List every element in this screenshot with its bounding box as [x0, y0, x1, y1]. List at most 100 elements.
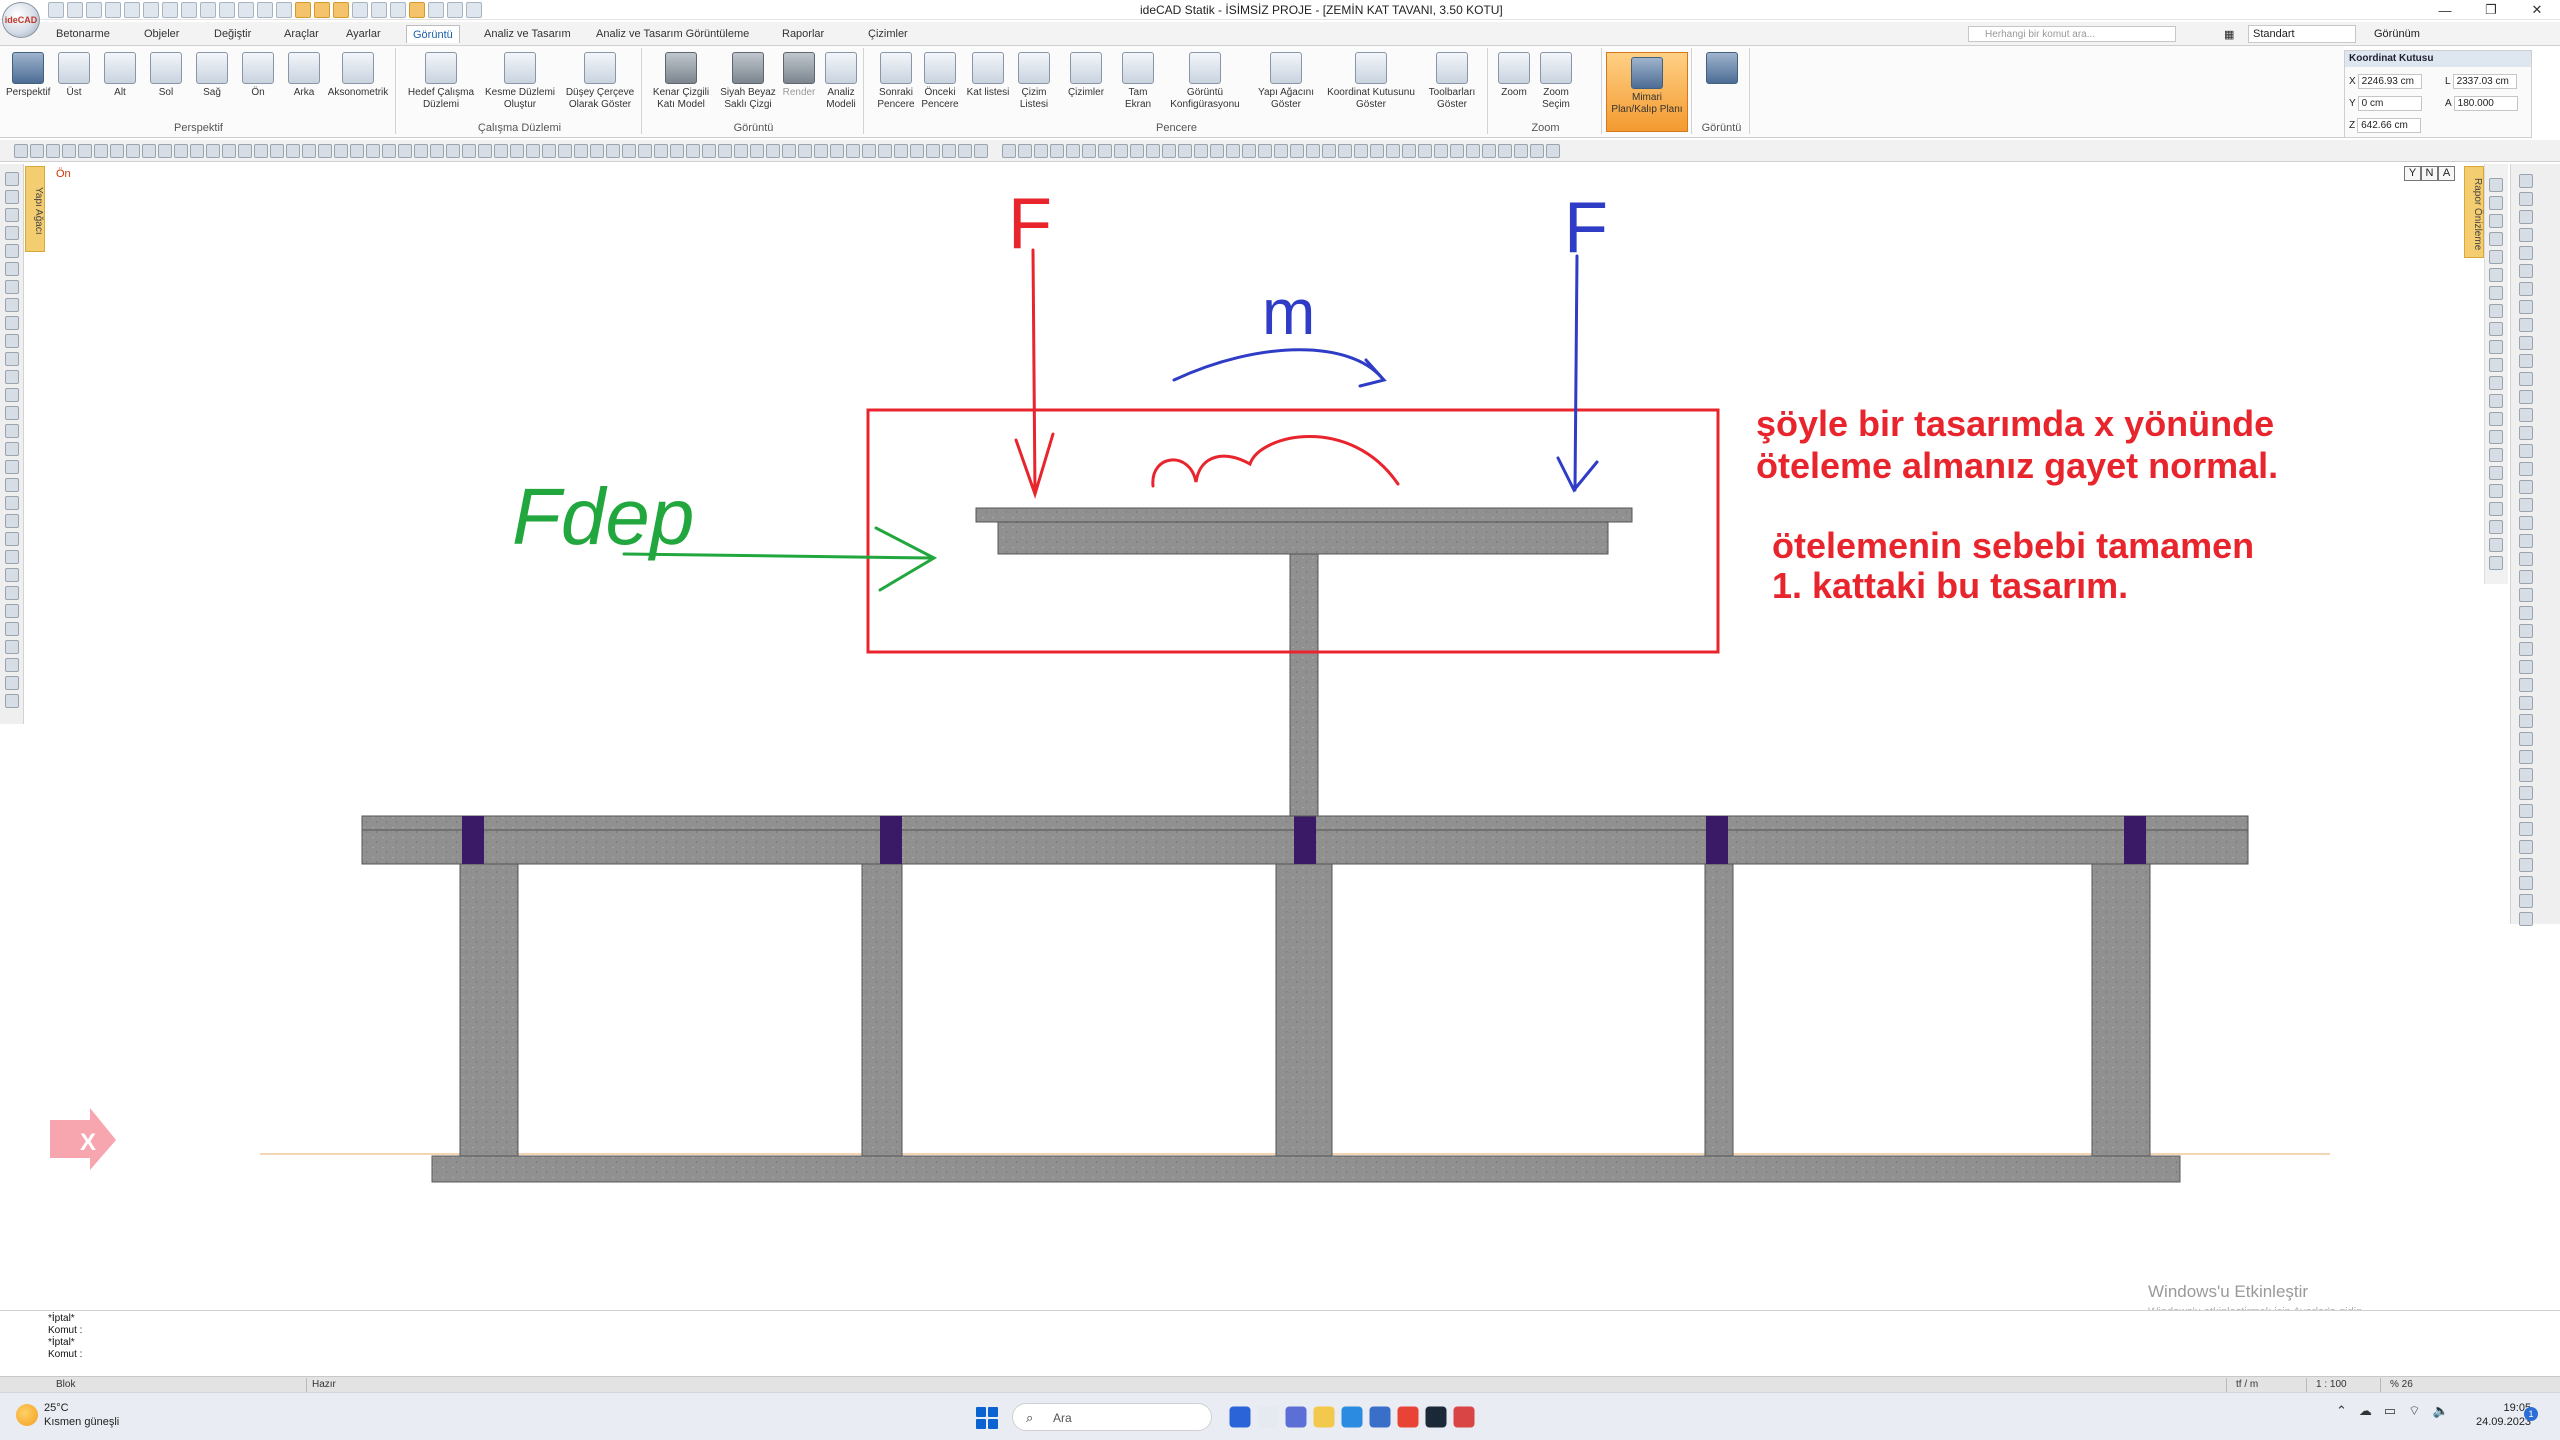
ribbon-button-perspektif-6[interactable]: Arka — [282, 52, 326, 99]
right-tool-34-icon[interactable] — [2519, 786, 2533, 800]
toolbar-tool-2-icon[interactable] — [46, 144, 60, 158]
toolbar-tool-63-icon[interactable] — [1034, 144, 1048, 158]
toolbar-tool-43-icon[interactable] — [702, 144, 716, 158]
toolbar-tool-23-icon[interactable] — [382, 144, 396, 158]
right-tool-31-icon[interactable] — [2519, 732, 2533, 746]
ribbon-button-goruntu-0[interactable]: Kenar Çizgili Katı Model — [646, 52, 716, 111]
steam-app-icon[interactable] — [1425, 1406, 1447, 1428]
right-tool-2-icon[interactable] — [2519, 210, 2533, 224]
toolbar-tool-75-icon[interactable] — [1226, 144, 1240, 158]
toolbar-tool-0-icon[interactable] — [14, 144, 28, 158]
ribbon-button-pencere-5[interactable]: Tam Ekran — [1116, 52, 1160, 111]
store-app-icon[interactable] — [1369, 1406, 1391, 1428]
toolbar-tool-28-icon[interactable] — [462, 144, 476, 158]
right-tool-26-icon[interactable] — [2519, 642, 2533, 656]
toolbar-tool-82-icon[interactable] — [1338, 144, 1352, 158]
toolbar-tool-34-icon[interactable] — [558, 144, 572, 158]
left-tool-8-icon[interactable] — [5, 316, 19, 330]
tab-9[interactable]: Çizimler — [862, 25, 914, 43]
view-cube-n[interactable]: N — [2421, 166, 2438, 181]
toolbar-tool-35-icon[interactable] — [574, 144, 588, 158]
toolbar-tool-46-icon[interactable] — [750, 144, 764, 158]
tab-4[interactable]: Ayarlar — [340, 25, 387, 43]
right-tool-12-icon[interactable] — [2519, 390, 2533, 404]
command-search-input[interactable]: Herhangi bir komut ara... — [1968, 26, 2176, 42]
toolbar-tool-6-icon[interactable] — [110, 144, 124, 158]
ribbon-button-pencere-9[interactable]: Toolbarları Göster — [1422, 52, 1482, 111]
chevron-up-icon[interactable]: ⌃ — [2336, 1403, 2347, 1419]
toolbar-tool-5-icon[interactable] — [94, 144, 108, 158]
ribbon-button-perspektif-5[interactable]: Ön — [236, 52, 280, 99]
save-icon[interactable] — [105, 2, 121, 18]
right-tool-6-icon[interactable] — [2519, 282, 2533, 296]
right-tool-1-icon[interactable] — [2519, 192, 2533, 206]
toolbar-tool-41-icon[interactable] — [670, 144, 684, 158]
right-tool-29-icon[interactable] — [2519, 696, 2533, 710]
toolbar-tool-3-icon[interactable] — [62, 144, 76, 158]
tab-2[interactable]: Değiştir — [208, 25, 257, 43]
cloud-icon[interactable]: ☁ — [2359, 1403, 2372, 1419]
tab-7[interactable]: Analiz ve Tasarım Görüntüleme — [590, 25, 755, 43]
toolbar-tool-45-icon[interactable] — [734, 144, 748, 158]
toolbar-tool-86-icon[interactable] — [1402, 144, 1416, 158]
toolbar-tool-12-icon[interactable] — [206, 144, 220, 158]
new-file-icon[interactable] — [67, 2, 83, 18]
redo-icon[interactable] — [181, 2, 197, 18]
left-tool-4-icon[interactable] — [5, 244, 19, 258]
right-tool-19-icon[interactable] — [2519, 516, 2533, 530]
left-tool-21-icon[interactable] — [5, 550, 19, 564]
toolbar-tool-29-icon[interactable] — [478, 144, 492, 158]
right-tool-b-15-icon[interactable] — [2489, 448, 2503, 462]
toolbar-tool-38-icon[interactable] — [622, 144, 636, 158]
ribbon-button-perspektif-1[interactable]: Üst — [52, 52, 96, 99]
right-tool-b-10-icon[interactable] — [2489, 358, 2503, 372]
toolbar-tool-36-icon[interactable] — [590, 144, 604, 158]
tab-5[interactable]: Görüntü — [406, 25, 460, 43]
toolbar-tool-31-icon[interactable] — [510, 144, 524, 158]
toolbar-tool-25-icon[interactable] — [414, 144, 428, 158]
toolbar-tool-19-icon[interactable] — [318, 144, 332, 158]
status-zoom[interactable]: % 26 — [2390, 1379, 2413, 1390]
ribbon-button-pencere-0[interactable]: Sonraki Pencere — [874, 52, 918, 111]
toolbar-tool-40-icon[interactable] — [654, 144, 668, 158]
toolbar-tool-74-icon[interactable] — [1210, 144, 1224, 158]
layers-icon[interactable] — [219, 2, 235, 18]
ribbon-button-perspektif-4[interactable]: Sağ — [190, 52, 234, 99]
right-tool-33-icon[interactable] — [2519, 768, 2533, 782]
chrome-app-icon[interactable] — [1397, 1406, 1419, 1428]
right-tool-b-8-icon[interactable] — [2489, 322, 2503, 336]
right-tool-b-20-icon[interactable] — [2489, 538, 2503, 552]
start-button[interactable] — [976, 1407, 998, 1429]
weather-widget[interactable]: 25°C Kısmen güneşli — [16, 1401, 119, 1429]
toolbar-tool-24-icon[interactable] — [398, 144, 412, 158]
toolbar-tool-57-icon[interactable] — [926, 144, 940, 158]
style-selector[interactable]: Standart — [2248, 25, 2356, 43]
toolbar-tool-39-icon[interactable] — [638, 144, 652, 158]
ribbon-button-goruntu-3[interactable]: Analiz Modeli — [820, 52, 862, 111]
left-tool-0-icon[interactable] — [5, 172, 19, 186]
network-icon[interactable]: ⌔ — [2408, 1403, 2420, 1419]
toolbar-tool-94-icon[interactable] — [1530, 144, 1544, 158]
left-tool-27-icon[interactable] — [5, 658, 19, 672]
ribbon-button-zoom-1[interactable]: Zoom Seçim — [1536, 52, 1576, 111]
toolbar-tool-37-icon[interactable] — [606, 144, 620, 158]
left-tool-9-icon[interactable] — [5, 334, 19, 348]
right-tool-20-icon[interactable] — [2519, 534, 2533, 548]
display-icon[interactable]: ▭ — [2384, 1403, 2396, 1419]
toolbar-tool-51-icon[interactable] — [830, 144, 844, 158]
left-tool-22-icon[interactable] — [5, 568, 19, 582]
right-tool-18-icon[interactable] — [2519, 498, 2533, 512]
right-tool-7-icon[interactable] — [2519, 300, 2533, 314]
left-tool-10-icon[interactable] — [5, 352, 19, 366]
command-line-4[interactable]: Komut : — [48, 1349, 82, 1360]
toolbar-tool-64-icon[interactable] — [1050, 144, 1064, 158]
right-tool-32-icon[interactable] — [2519, 750, 2533, 764]
toolbar-tool-65-icon[interactable] — [1066, 144, 1080, 158]
toolbar-tool-62-icon[interactable] — [1018, 144, 1032, 158]
left-tool-16-icon[interactable] — [5, 460, 19, 474]
tab-8[interactable]: Raporlar — [776, 25, 830, 43]
toolbar-tool-78-icon[interactable] — [1274, 144, 1288, 158]
toolbar-tool-26-icon[interactable] — [430, 144, 444, 158]
toolbar-tool-20-icon[interactable] — [334, 144, 348, 158]
right-tool-b-3-icon[interactable] — [2489, 232, 2503, 246]
